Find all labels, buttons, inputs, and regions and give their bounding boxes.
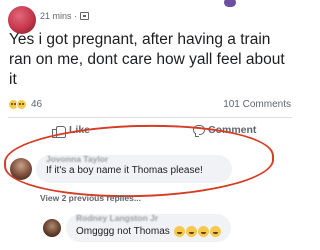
comments-count[interactable]: 101 Comments bbox=[223, 99, 291, 110]
post-text: Yes i got pregnant, after having a train… bbox=[9, 31, 285, 88]
laughing-emoji-row bbox=[173, 226, 222, 237]
post-timestamp[interactable]: 21 mins · bbox=[40, 11, 77, 21]
reaction-emoji-icon bbox=[224, 0, 236, 7]
reply-text: Omgggg not Thomas bbox=[76, 226, 170, 237]
laughing-emoji-icon bbox=[173, 226, 185, 237]
top-bar bbox=[0, 0, 300, 8]
laughing-emoji-icon bbox=[185, 226, 197, 237]
privacy-icon bbox=[80, 12, 90, 20]
reaction-summary[interactable]: 46 bbox=[8, 99, 42, 110]
laughing-emoji-icon bbox=[209, 226, 221, 237]
post-meta: 21 mins · bbox=[40, 11, 90, 21]
haha-reaction-icon bbox=[16, 99, 27, 110]
laughing-emoji-icon bbox=[197, 226, 209, 237]
reply-content: Omgggg not Thomas bbox=[76, 226, 222, 237]
action-divider bbox=[8, 117, 292, 118]
reaction-count: 46 bbox=[31, 99, 43, 110]
view-previous-replies-link[interactable]: View 2 previous replies... bbox=[40, 193, 141, 203]
comment-icon bbox=[193, 125, 205, 137]
like-label: Like bbox=[69, 124, 91, 136]
reply-author-name[interactable]: Rodney Langston Jr bbox=[76, 213, 158, 223]
commenter-name[interactable]: Jovonna Taylor bbox=[46, 154, 108, 164]
comment-label: Comment bbox=[208, 124, 257, 136]
commenter-avatar[interactable] bbox=[10, 158, 32, 180]
comment-button[interactable]: Comment bbox=[193, 124, 257, 137]
comment-text: If it's a boy name it Thomas please! bbox=[46, 165, 203, 176]
thumbs-up-icon bbox=[52, 124, 66, 138]
reply-avatar[interactable] bbox=[43, 219, 61, 237]
like-button[interactable]: Like bbox=[52, 124, 91, 138]
